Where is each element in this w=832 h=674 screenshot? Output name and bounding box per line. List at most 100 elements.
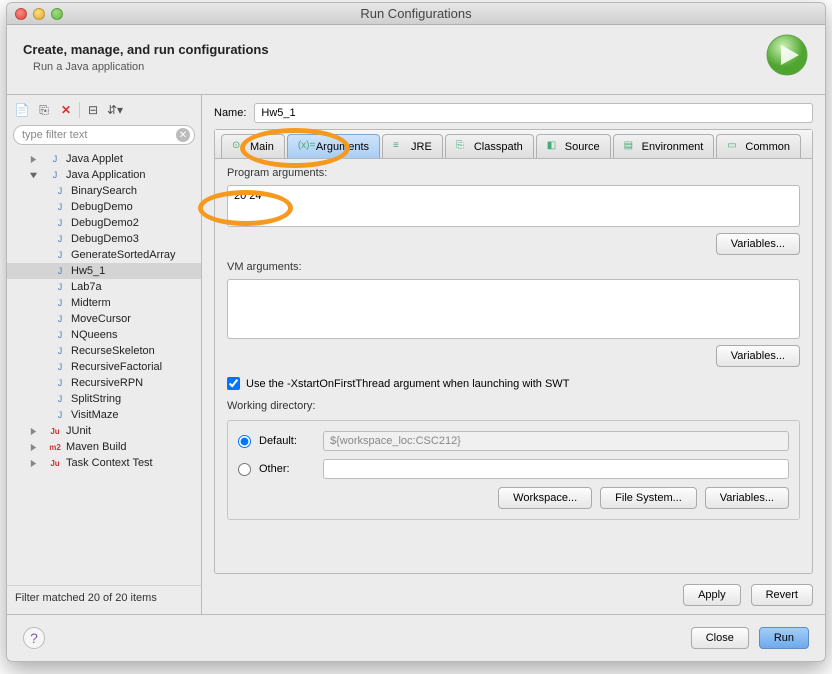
tree-item-task-context-test[interactable]: Ju Task Context Test <box>7 455 201 471</box>
tree-item-splitstring[interactable]: JSplitString <box>7 391 201 407</box>
sidebar-toolbar: 📄 ⎘ ✕ ⊟ ⇵▾ <box>7 101 201 123</box>
tree-item-maven-build[interactable]: m2 Maven Build <box>7 439 201 455</box>
working-directory-label: Working directory: <box>227 400 800 412</box>
name-input[interactable] <box>254 103 813 123</box>
tab-icon: ⎘ <box>456 140 470 154</box>
tree-item-label: Maven Build <box>66 441 127 453</box>
tree-item-generatesortedarray[interactable]: J GenerateSortedArray <box>7 247 201 263</box>
tab-environment[interactable]: ▤Environment <box>613 134 715 158</box>
default-workdir-radio[interactable] <box>238 435 251 448</box>
java-icon: J <box>53 329 67 341</box>
tree-item-label: DebugDemo3 <box>71 233 139 245</box>
tab-common[interactable]: ▭Common <box>716 134 801 158</box>
tree-item-label: Midterm <box>71 297 111 309</box>
name-label: Name: <box>214 107 246 119</box>
tree-item-java-application[interactable]: JJava Application <box>7 167 201 183</box>
collapse-all-icon[interactable]: ⊟ <box>84 101 102 119</box>
tree-item-debugdemo3[interactable]: JDebugDemo3 <box>7 231 201 247</box>
program-args-input[interactable] <box>227 185 800 227</box>
tab-icon: ▤ <box>624 140 638 154</box>
tab-icon: ≡ <box>393 140 407 154</box>
run-button[interactable]: Run <box>759 627 809 649</box>
filesystem-button[interactable]: File System... <box>600 487 697 509</box>
default-workdir-label: Default: <box>259 435 315 447</box>
tree-item-label: JUnit <box>66 425 91 437</box>
java-icon: J <box>53 345 67 357</box>
tree-item-label: Task Context Test <box>66 457 153 469</box>
close-button[interactable]: Close <box>691 627 749 649</box>
tree-item-movecursor[interactable]: JMoveCursor <box>7 311 201 327</box>
tree-item-label: RecursiveFactorial <box>71 361 162 373</box>
run-configurations-window: Run Configurations Create, manage, and r… <box>6 2 826 662</box>
working-directory-group: Default: Other: Workspace... File System… <box>227 420 800 520</box>
tree-item-visitmaze[interactable]: JVisitMaze <box>7 407 201 423</box>
tree-item-nqueens[interactable]: JNQueens <box>7 327 201 343</box>
tree-item-recursivefactorial[interactable]: J RecursiveFactorial <box>7 359 201 375</box>
tab-folder: ⊙Main(x)=Arguments≡JRE⎘Classpath◧Source▤… <box>214 129 813 574</box>
config-tree: JJava AppletJJava ApplicationJBinarySear… <box>7 147 201 585</box>
apply-button[interactable]: Apply <box>683 584 741 606</box>
tree-item-label: RecurseSkeleton <box>71 345 155 357</box>
other-workdir-field[interactable] <box>323 459 789 479</box>
tree-item-label: BinarySearch <box>71 185 137 197</box>
other-workdir-radio[interactable] <box>238 463 251 476</box>
tree-item-hw5_1[interactable]: JHw5_1 <box>7 263 201 279</box>
tree-item-label: RecursiveRPN <box>71 377 143 389</box>
window-title: Run Configurations <box>7 6 825 21</box>
java-icon: J <box>53 377 67 389</box>
tab-classpath[interactable]: ⎘ Classpath <box>445 134 534 158</box>
other-workdir-label: Other: <box>259 463 315 475</box>
arguments-tab-content: Program arguments: Variables... VM argum… <box>215 159 812 573</box>
swt-checkbox[interactable] <box>227 377 240 390</box>
java-icon: J <box>53 217 67 229</box>
java-icon: J <box>53 281 67 293</box>
dialog-subtitle: Run a Java application <box>33 61 765 73</box>
java-icon: Ju <box>48 457 62 469</box>
tab-jre[interactable]: ≡JRE <box>382 134 443 158</box>
program-args-variables-button[interactable]: Variables... <box>716 233 800 255</box>
run-icon <box>765 33 809 82</box>
delete-config-icon[interactable]: ✕ <box>57 101 75 119</box>
workdir-variables-button[interactable]: Variables... <box>705 487 789 509</box>
tree-item-debugdemo2[interactable]: JDebugDemo2 <box>7 215 201 231</box>
tab-label: Arguments <box>316 141 369 153</box>
tree-item-recursiverpn[interactable]: J RecursiveRPN <box>7 375 201 391</box>
tree-item-lab7a[interactable]: JLab7a <box>7 279 201 295</box>
vm-args-input[interactable] <box>227 279 800 339</box>
java-icon: J <box>53 313 67 325</box>
tab-arguments[interactable]: (x)= Arguments <box>287 134 380 158</box>
java-icon: J <box>53 265 67 277</box>
help-icon[interactable]: ? <box>23 627 45 649</box>
tree-item-label: Java Application <box>66 169 146 181</box>
duplicate-config-icon[interactable]: ⎘ <box>35 101 53 119</box>
tree-item-debugdemo[interactable]: JDebugDemo <box>7 199 201 215</box>
java-icon: J <box>53 249 67 261</box>
vm-args-variables-button[interactable]: Variables... <box>716 345 800 367</box>
default-workdir-field <box>323 431 789 451</box>
tab-icon: (x)= <box>298 140 312 154</box>
tree-item-label: GenerateSortedArray <box>71 249 176 261</box>
tab-label: Classpath <box>474 141 523 153</box>
main-panel: Name: ⊙Main (x)= Arguments ≡JRE ⎘ Classpath ◧S… <box>202 95 825 614</box>
java-icon: m2 <box>48 441 62 453</box>
tree-item-label: VisitMaze <box>71 409 118 421</box>
java-icon: J <box>53 361 67 373</box>
tab-main[interactable]: ⊙Main <box>221 134 285 158</box>
tree-item-midterm[interactable]: JMidterm <box>7 295 201 311</box>
tree-item-recurseskeleton[interactable]: J RecurseSkeleton <box>7 343 201 359</box>
sidebar: 📄 ⎘ ✕ ⊟ ⇵▾ type filter text ✕ JJava Appl… <box>7 95 202 614</box>
filter-menu-icon[interactable]: ⇵▾ <box>106 101 124 119</box>
tree-item-java-applet[interactable]: JJava Applet <box>7 151 201 167</box>
workspace-button[interactable]: Workspace... <box>498 487 592 509</box>
tree-item-label: SplitString <box>71 393 121 405</box>
tree-item-binarysearch[interactable]: JBinarySearch <box>7 183 201 199</box>
vm-args-label: VM arguments: <box>227 261 800 273</box>
swt-checkbox-label: Use the -XstartOnFirstThread argument wh… <box>246 378 569 390</box>
revert-button[interactable]: Revert <box>751 584 813 606</box>
tree-item-junit[interactable]: JuJUnit <box>7 423 201 439</box>
titlebar: Run Configurations <box>7 3 825 25</box>
tab-source[interactable]: ◧Source <box>536 134 611 158</box>
filter-input[interactable]: type filter text ✕ <box>13 125 195 145</box>
clear-filter-icon[interactable]: ✕ <box>176 128 190 142</box>
new-config-icon[interactable]: 📄 <box>13 101 31 119</box>
